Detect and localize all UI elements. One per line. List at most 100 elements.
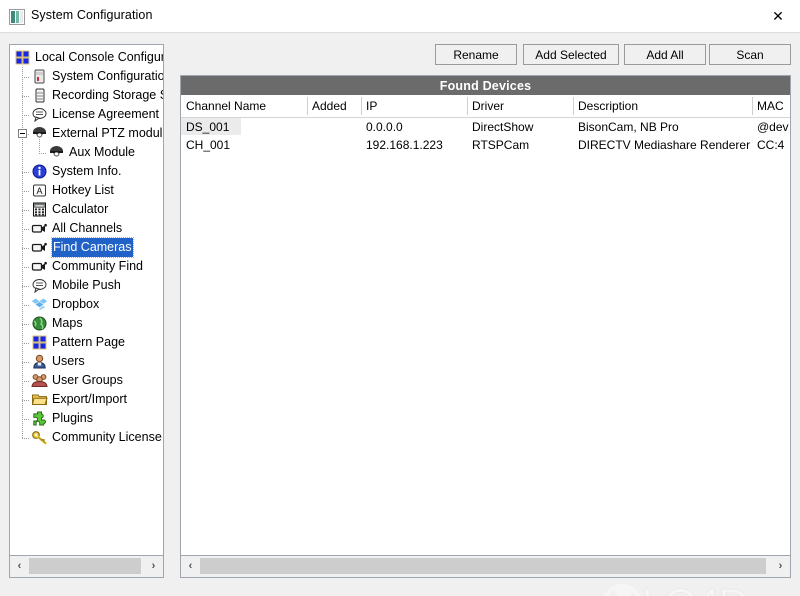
devices-scroll-thumb[interactable]	[200, 558, 766, 574]
dropbox-icon	[31, 296, 48, 313]
add-selected-button[interactable]: Add Selected	[523, 44, 619, 65]
cell-channel-name: DS_001	[181, 118, 241, 135]
sidebar-item-label: Recording Storage Se	[52, 88, 164, 102]
watermark-circle-icon	[602, 584, 642, 596]
sidebar-item-calculator[interactable]: Calculator	[31, 200, 108, 219]
tree-scroll-thumb[interactable]	[29, 558, 141, 574]
sidebar-item-maps[interactable]: Maps	[31, 314, 83, 333]
window-title: System Configuration	[31, 8, 153, 22]
watermark-arrow-stem	[619, 586, 625, 596]
tree-guide-line	[39, 153, 47, 154]
table-row[interactable]: DS_001 0.0.0.0 DirectShow BisonCam, NB Pro @…	[181, 118, 790, 135]
watermark-text: LO4D	[642, 580, 749, 596]
sidebar-item-plugins[interactable]: Plugins	[31, 409, 93, 428]
column-header-description[interactable]: Description	[573, 95, 752, 117]
configuration-tree[interactable]: Local Console Configurati System Configur…	[9, 44, 164, 556]
tree-guide-line	[22, 438, 30, 439]
sidebar-item-label: User Groups	[52, 373, 123, 387]
column-header-ip[interactable]: IP	[361, 95, 467, 117]
column-header-mac[interactable]: MAC	[752, 95, 790, 117]
sidebar-item-license-agreement[interactable]: License Agreement	[31, 105, 159, 124]
sidebar-item-user-groups[interactable]: User Groups	[31, 371, 123, 390]
sidebar-item-hotkey-list[interactable]: A Hotkey List	[31, 181, 114, 200]
column-header-added[interactable]: Added	[307, 95, 361, 117]
sidebar-item-dropbox[interactable]: Dropbox	[31, 295, 99, 314]
devices-scroll-left-icon[interactable]: ‹	[182, 556, 199, 576]
button-label: Scan	[736, 47, 764, 62]
sidebar-item-external-ptz-module[interactable]: External PTZ module	[31, 124, 163, 143]
devices-column-header[interactable]: Channel Name Added IP Driver Description MAC	[181, 95, 790, 118]
column-divider[interactable]	[752, 97, 753, 115]
column-divider[interactable]	[361, 97, 362, 115]
sidebar-item-system-info[interactable]: System Info.	[31, 162, 121, 181]
table-row[interactable]: CH_001 192.168.1.223 RTSPCam DIRECTV Medias…	[181, 136, 790, 153]
sidebar-item-label: Plugins	[52, 411, 93, 425]
sidebar-item-recording-storage-se[interactable]: Recording Storage Se	[31, 86, 164, 105]
user-group-icon	[31, 372, 48, 389]
column-header-channel-name[interactable]: Channel Name	[181, 95, 307, 117]
tree-guide-line	[22, 248, 30, 249]
cell-driver: DirectShow	[472, 119, 534, 134]
cell-mac: CC:4	[757, 137, 785, 152]
sidebar-item-label: Export/Import	[52, 392, 128, 406]
sidebar-item-pattern-page[interactable]: Pattern Page	[31, 333, 125, 352]
sidebar-item-local-console-configurati[interactable]: Local Console Configurati	[14, 48, 163, 67]
tree-scroll-right-icon[interactable]: ›	[145, 556, 162, 576]
sidebar-item-find-cameras[interactable]: Find Cameras	[31, 237, 134, 258]
tree-expander-icon[interactable]	[18, 129, 27, 138]
tree-guide-line	[22, 362, 30, 363]
sidebar-item-label: Aux Module	[69, 145, 136, 159]
sidebar-item-label: System Configuration	[52, 69, 164, 83]
sidebar-item-label: Find Cameras	[51, 237, 134, 258]
found-devices-list[interactable]: Found Devices Channel Name Added IP Driver D…	[180, 75, 791, 556]
column-header-driver[interactable]: Driver	[467, 95, 573, 117]
tree-guide-line	[22, 77, 30, 78]
tree-guide-line	[22, 172, 30, 173]
title-bar: System Configuration ✕	[0, 0, 800, 33]
column-divider[interactable]	[573, 97, 574, 115]
info-icon	[31, 163, 48, 180]
calculator-icon	[31, 201, 48, 218]
camera-icon	[31, 239, 48, 256]
folder-icon	[31, 391, 48, 408]
button-label: Add Selected	[535, 47, 607, 62]
sidebar-item-label: Mobile Push	[52, 278, 121, 292]
sidebar-item-label: Users	[52, 354, 85, 368]
sidebar-item-aux-module[interactable]: Aux Module	[48, 143, 135, 162]
devices-horizontal-scrollbar[interactable]: ‹ ›	[180, 556, 791, 578]
tree-guide-line	[22, 191, 30, 192]
sidebar-item-community-license-m[interactable]: Community License M	[31, 428, 163, 447]
found-devices-title: Found Devices	[181, 76, 790, 95]
tree-guide-line	[22, 305, 30, 306]
system-configuration-window: System Configuration ✕ Local Console Con…	[0, 0, 800, 596]
sidebar-item-mobile-push[interactable]: Mobile Push	[31, 276, 121, 295]
close-icon[interactable]: ✕	[756, 0, 800, 32]
cell-driver: RTSPCam	[472, 137, 530, 152]
tree-horizontal-scrollbar[interactable]: ‹ ›	[9, 556, 164, 578]
column-divider[interactable]	[307, 97, 308, 115]
camera-icon	[31, 258, 48, 275]
camera-icon	[31, 220, 48, 237]
dome-camera-icon	[48, 144, 65, 161]
column-divider[interactable]	[467, 97, 468, 115]
rename-button[interactable]: Rename	[435, 44, 517, 65]
tree-guide-line	[22, 324, 30, 325]
sidebar-item-system-configuration[interactable]: System Configuration	[31, 67, 164, 86]
devices-scroll-right-icon[interactable]: ›	[772, 556, 789, 576]
sidebar-item-label: Dropbox	[52, 297, 100, 311]
key-a-icon: A	[31, 182, 48, 199]
sidebar-item-export-import[interactable]: Export/Import	[31, 390, 127, 409]
cell-ip: 192.168.1.223	[366, 137, 443, 152]
sidebar-item-label: Pattern Page	[52, 335, 125, 349]
sidebar-item-users[interactable]: Users	[31, 352, 85, 371]
window-body: Local Console Configurati System Configur…	[0, 33, 800, 596]
sidebar-item-all-channels[interactable]: All Channels	[31, 219, 122, 238]
lo4d-watermark: LO4D .com	[600, 578, 800, 596]
server-icon	[31, 68, 48, 85]
tree-guide-line	[22, 400, 30, 401]
scan-button[interactable]: Scan	[709, 44, 791, 65]
tree-scroll-left-icon[interactable]: ‹	[11, 556, 28, 576]
add-all-button[interactable]: Add All	[624, 44, 706, 65]
sidebar-item-community-find[interactable]: Community Find	[31, 257, 143, 276]
cell-ip: 0.0.0.0	[366, 119, 403, 134]
